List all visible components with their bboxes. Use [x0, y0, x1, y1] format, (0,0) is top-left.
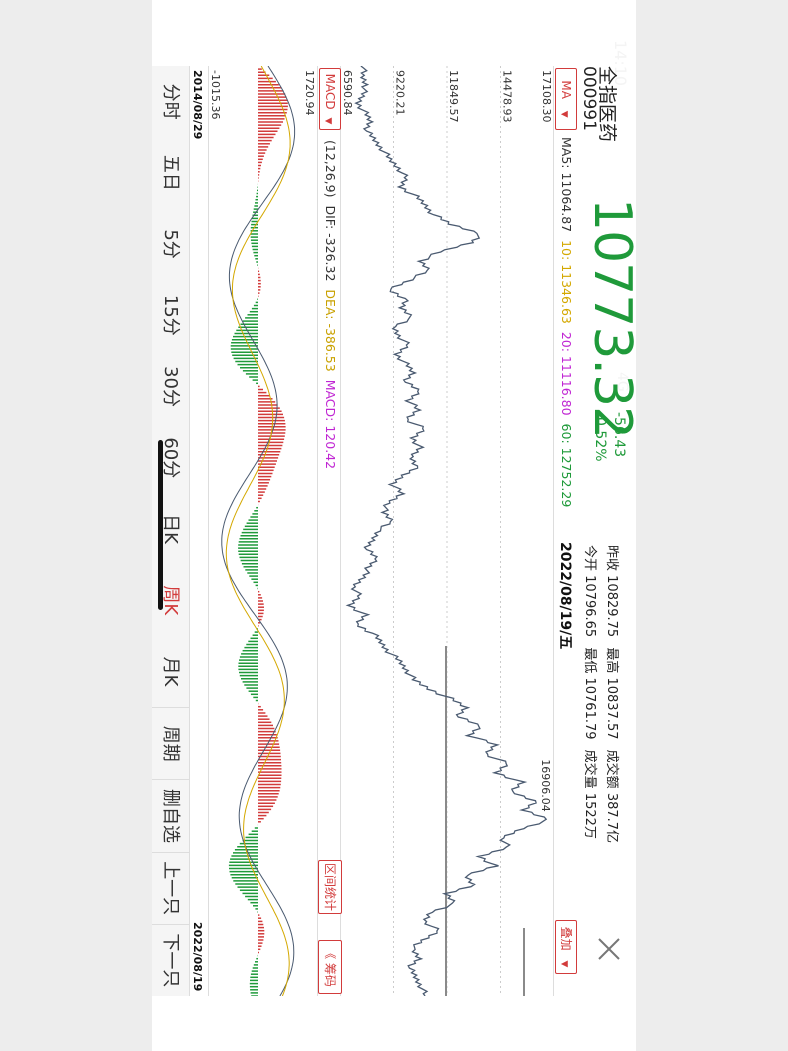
close-icon[interactable] [594, 934, 624, 964]
tab-4[interactable]: 15分 [152, 280, 189, 351]
dropdown-arrow-icon: ▼ [559, 960, 569, 968]
ma60-value: 60: 12752.29 [559, 423, 574, 508]
macd-dif: DIF: -326.32 [323, 205, 338, 282]
macd-legend: (12,26,9) DIF: -326.32 DEA: -386.53 MACD… [323, 140, 338, 469]
ma-button-label: MA [559, 80, 573, 99]
macd-button-label: MACD [323, 73, 337, 110]
prev-close-value: 10829.75 [604, 575, 619, 638]
stats-row-2: 今开 10796.65 最低 10761.79 成交量 1522万 [582, 545, 601, 839]
x-end-date: 2022/08/19 [191, 922, 204, 992]
prev-close-label: 昨收 [604, 545, 619, 572]
stock-code: 000991 [579, 66, 599, 131]
volume-label: 成交量 [582, 749, 597, 789]
ma5-value: MA5: 11064.87 [559, 137, 574, 233]
landscape-view: 14:10 4G 全指医药 000991 10773.32 -56.43 -0.… [152, 0, 636, 1051]
stats-row-1: 昨收 10829.75 最高 10837.57 成交额 387.7亿 [604, 545, 623, 843]
price-change-pct: -0.52% [592, 412, 608, 462]
peak-label: 16906.04 [539, 759, 552, 812]
tab-12[interactable]: 上一只 [152, 851, 189, 924]
price-change: -56.43 [611, 412, 627, 458]
amount-value: 387.7亿 [604, 792, 619, 844]
macd-tick-label: 1720.94 [303, 70, 316, 116]
amount-label: 成交额 [604, 749, 619, 789]
open-label: 今开 [582, 545, 597, 572]
tab-3[interactable]: 5分 [152, 208, 189, 279]
overlay-button-label: 叠加 [559, 926, 573, 951]
macd-dea: DEA: -386.53 [323, 289, 338, 372]
ma-selector-button[interactable]: MA ▼ [555, 68, 577, 130]
home-indicator [158, 440, 163, 610]
chips-button[interactable]: 《 筹码 [318, 940, 342, 994]
x-start-date: 2014/08/29 [191, 70, 204, 140]
low-value: 10761.79 [582, 677, 597, 740]
current-price: 10773.32 [582, 198, 636, 439]
high-value: 10837.57 [604, 677, 619, 740]
ma-legend: MA5: 11064.87 10: 11346.63 20: 11116.80 … [559, 137, 574, 507]
macd-selector-button[interactable]: MACD ▼ [319, 68, 341, 130]
y-tick-label: 6590.84 [341, 70, 354, 116]
overlay-button[interactable]: 叠加 ▼ [555, 920, 577, 974]
stock-name: 全指医药 [596, 66, 618, 143]
phone-screen: 14:10 4G 全指医药 000991 10773.32 -56.43 -0.… [152, 0, 636, 1051]
price-chart[interactable]: 17108.30 14478.93 11849.57 9220.21 6590.84 1… [340, 66, 554, 996]
macd-value: MACD: 120.42 [323, 379, 338, 470]
tab-13[interactable]: 下一只 [152, 923, 189, 997]
interval-stats-button[interactable]: 区间统计 [318, 860, 342, 914]
tab-11[interactable]: 删自选 [152, 779, 189, 852]
dropdown-arrow-icon: ▼ [559, 110, 569, 118]
y-tick-label: 17108.30 [540, 70, 553, 123]
macd-params: (12,26,9) [323, 140, 338, 198]
y-tick-label: 9220.21 [394, 70, 407, 116]
volume-value: 1522万 [582, 792, 597, 839]
tab-5[interactable]: 30分 [152, 351, 189, 422]
y-tick-label: 14478.93 [501, 70, 514, 123]
high-label: 最高 [604, 647, 619, 674]
tab-2[interactable]: 五日 [152, 137, 189, 208]
tab-9[interactable]: 月K [152, 636, 189, 707]
open-value: 10796.65 [582, 575, 597, 638]
dropdown-arrow-icon: ▼ [323, 117, 333, 125]
date-display: 2022/08/19/五 [557, 542, 573, 650]
ma10-value: 10: 11346.63 [559, 240, 574, 324]
macd-chart[interactable]: 1720.94 -1015.36 [208, 66, 318, 996]
ma20-value: 20: 11116.80 [559, 331, 574, 416]
low-label: 最低 [582, 647, 597, 674]
tab-1[interactable]: 分时 [152, 66, 189, 137]
tab-10[interactable]: 周期 [152, 707, 189, 780]
macd-tick-label: -1015.36 [209, 70, 222, 119]
y-tick-label: 11849.57 [447, 70, 460, 123]
